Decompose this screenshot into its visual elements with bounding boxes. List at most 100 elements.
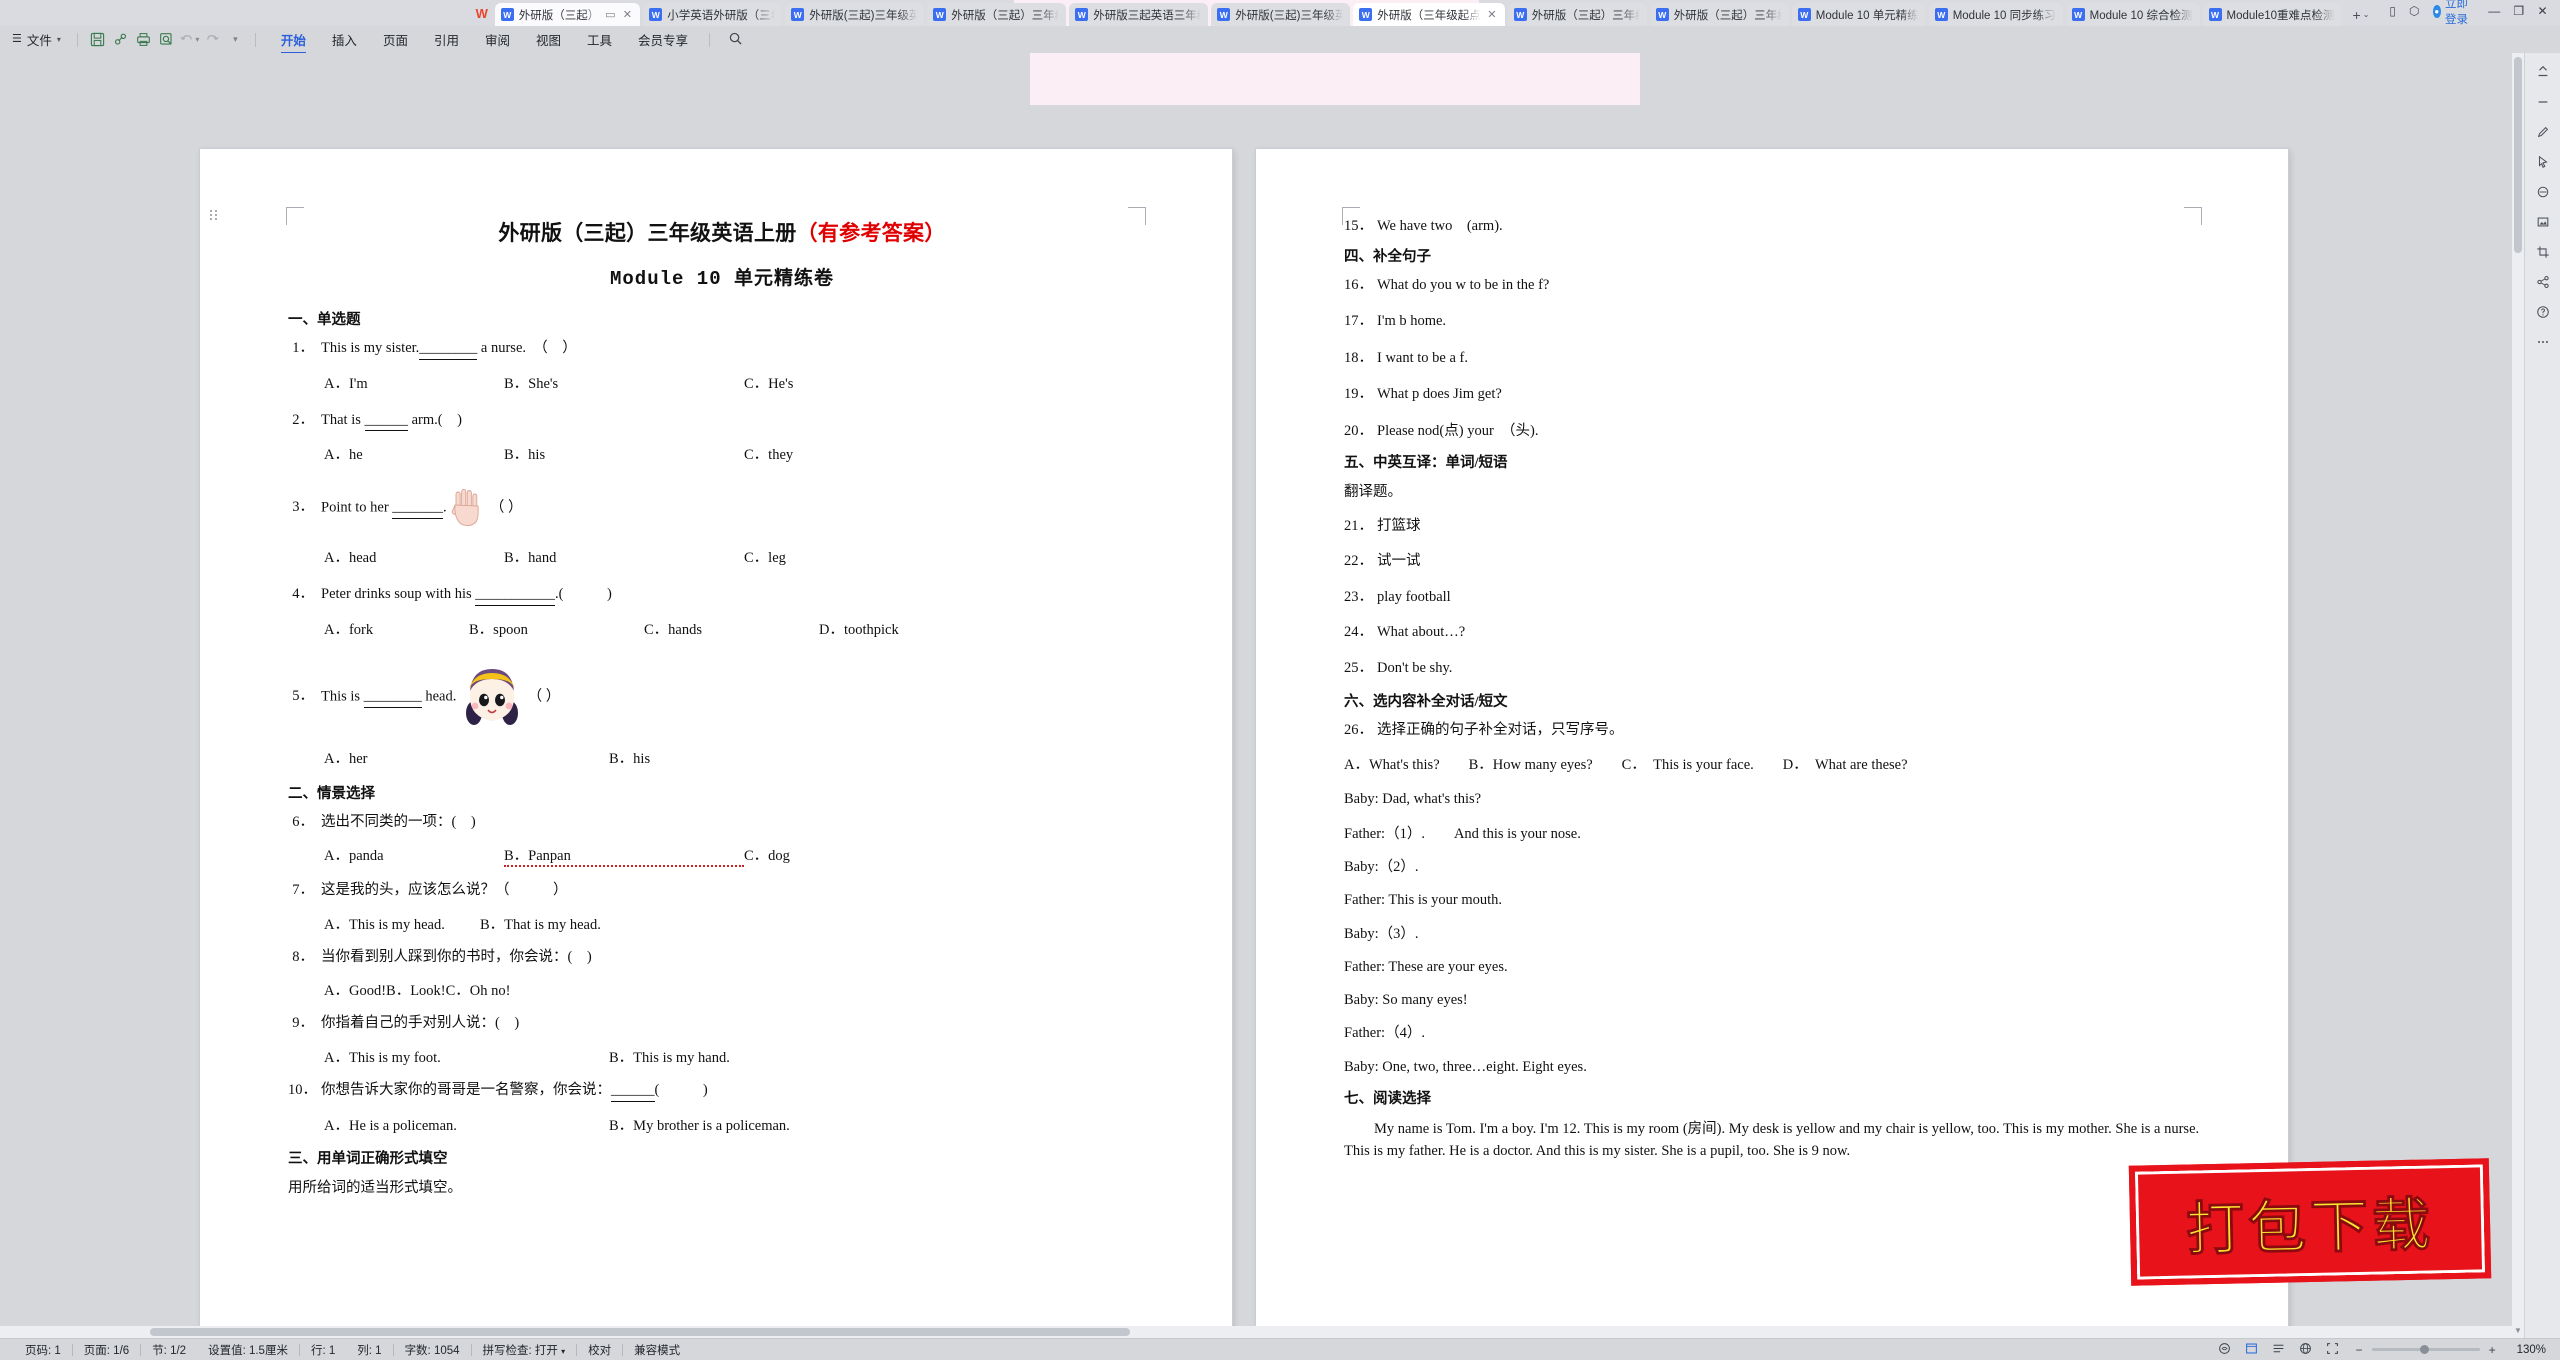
option-a[interactable]: A．This is my head.: [324, 913, 480, 934]
tab-close-icon[interactable]: ✕: [621, 8, 633, 21]
document-tab[interactable]: W 外研版（三起）三年级: [927, 3, 1067, 26]
document-tab[interactable]: W 外研版（三起）三年级: [1649, 3, 1789, 26]
option-a[interactable]: A．head: [324, 546, 504, 567]
globe-icon[interactable]: ⬡: [2409, 5, 2419, 17]
undo-icon[interactable]: ▾: [178, 30, 201, 50]
option-c[interactable]: C．dog: [744, 844, 790, 867]
print-icon[interactable]: [132, 30, 155, 50]
option-a[interactable]: A．fork: [324, 618, 469, 639]
option-a[interactable]: A．I'm: [324, 372, 504, 393]
q26-options[interactable]: A．What's this? B．How many eyes? C． This …: [1344, 755, 2212, 775]
crop-icon[interactable]: [2528, 237, 2558, 267]
pen-icon[interactable]: [2528, 117, 2558, 147]
option-c[interactable]: C．He's: [744, 372, 793, 393]
option-b[interactable]: B．That is my head.: [480, 913, 601, 934]
print-preview-icon[interactable]: [155, 30, 178, 50]
document-tab[interactable]: W Module 10 同步练习: [1928, 3, 2063, 26]
redo-icon[interactable]: [201, 30, 224, 50]
option-b[interactable]: B．hand: [504, 546, 744, 567]
link-icon[interactable]: [109, 30, 132, 50]
cursor-icon[interactable]: [2528, 147, 2558, 177]
tab-minimize-icon[interactable]: ▭: [604, 8, 616, 21]
status-section[interactable]: 节: 1/2: [141, 1342, 197, 1358]
option-a[interactable]: A．he: [324, 443, 504, 464]
status-spellcheck[interactable]: 拼写检查: 打开 ▾: [472, 1342, 577, 1358]
option-b[interactable]: B．spoon: [469, 618, 644, 639]
option-b[interactable]: B．his: [609, 747, 650, 768]
option-b[interactable]: B．his: [504, 443, 744, 464]
zoom-slider-track[interactable]: [2371, 1345, 2480, 1354]
status-page-count[interactable]: 页面: 1/6: [73, 1342, 140, 1358]
horizontal-scrollbar-thumb[interactable]: [150, 1328, 1130, 1336]
minimize-panel-icon[interactable]: [2528, 87, 2558, 117]
image-icon[interactable]: [2528, 207, 2558, 237]
document-tab[interactable]: W Module 10 综合检测: [2065, 3, 2200, 26]
vertical-scrollbar[interactable]: ▲ ▼: [2512, 53, 2524, 1338]
document-tab[interactable]: W 小学英语外研版（三年: [643, 3, 783, 26]
option-b[interactable]: B．This is my hand.: [609, 1046, 730, 1067]
document-page-right[interactable]: 15． We have two (arm). 四、补全句子 16． What d…: [1256, 149, 2288, 1338]
option-c[interactable]: C．leg: [744, 546, 786, 567]
customize-chevron-icon[interactable]: ▾: [224, 30, 247, 50]
file-menu-button[interactable]: ☰ 文件 ▾: [10, 30, 69, 49]
more-icon[interactable]: [2528, 327, 2558, 357]
option-a[interactable]: A．He is a policeman.: [324, 1114, 609, 1135]
document-tab[interactable]: W 外研版(三起)三年级英: [785, 3, 925, 26]
tab-view[interactable]: 视图: [523, 26, 574, 54]
page-scroll-container[interactable]: 外研版（三起）三年级英语上册（有参考答案） Module 10 单元精练卷 一、…: [0, 53, 2512, 1338]
download-watermark-stamp[interactable]: 打包下载: [2128, 1158, 2492, 1286]
document-tab[interactable]: W 外研版三起英语三年级: [1069, 3, 1209, 26]
document-page-left[interactable]: 外研版（三起）三年级英语上册（有参考答案） Module 10 单元精练卷 一、…: [200, 149, 1232, 1338]
web-view-icon[interactable]: [2292, 1342, 2319, 1358]
scroll-down-arrow-icon[interactable]: ▼: [2512, 1324, 2524, 1338]
tab-review[interactable]: 审阅: [472, 26, 523, 54]
tab-insert[interactable]: 插入: [319, 26, 370, 54]
login-button[interactable]: ● 立即登录: [2432, 0, 2476, 27]
tab-member[interactable]: 会员专享: [625, 26, 701, 54]
reading-view-icon[interactable]: [2211, 1342, 2238, 1358]
status-compat-mode[interactable]: 兼容模式: [623, 1342, 691, 1358]
status-page-number[interactable]: 页码: 1: [14, 1342, 72, 1358]
document-tab[interactable]: W 外研版(三起)三年级英: [1211, 3, 1351, 26]
window-close-button[interactable]: ✕: [2537, 4, 2548, 18]
option-b[interactable]: B．She's: [504, 372, 744, 393]
search-icon[interactable]: [728, 31, 743, 49]
paragraph-handle-icon[interactable]: [210, 207, 218, 223]
window-restore-button[interactable]: ❐: [2513, 4, 2524, 18]
option-b[interactable]: B．Panpan: [504, 844, 744, 868]
share-icon[interactable]: [2528, 267, 2558, 297]
horizontal-scrollbar[interactable]: [0, 1326, 2512, 1338]
option-c[interactable]: C．hands: [644, 618, 819, 639]
document-tab[interactable]: W 外研版（三起） ▭ ✕: [494, 3, 641, 26]
page-view-icon[interactable]: [2238, 1342, 2265, 1358]
document-tab[interactable]: W Module10重难点检测: [2202, 3, 2342, 26]
tab-page[interactable]: 页面: [370, 26, 421, 54]
option-a[interactable]: A．This is my foot.: [324, 1046, 609, 1067]
tab-reference[interactable]: 引用: [421, 26, 472, 54]
status-line[interactable]: 行: 1: [300, 1342, 346, 1358]
option-d[interactable]: D．toothpick: [819, 618, 899, 639]
shape-icon[interactable]: [2528, 177, 2558, 207]
option-c[interactable]: C．they: [744, 443, 793, 464]
option-a[interactable]: A．her: [324, 747, 609, 768]
status-proofread[interactable]: 校对: [577, 1342, 622, 1358]
vertical-scrollbar-thumb[interactable]: [2514, 57, 2522, 253]
status-word-count[interactable]: 字数: 1054: [394, 1342, 471, 1358]
zoom-out-button[interactable]: −: [2354, 1343, 2365, 1357]
window-minimize-button[interactable]: —: [2488, 4, 2500, 18]
mobile-icon[interactable]: ▯: [2389, 5, 2396, 17]
document-tab[interactable]: W Module 10 单元精练: [1791, 3, 1926, 26]
tab-start[interactable]: 开始: [268, 26, 319, 54]
zoom-level-label[interactable]: 130%: [2506, 1344, 2550, 1356]
help-icon[interactable]: [2528, 297, 2558, 327]
outline-view-icon[interactable]: [2265, 1342, 2292, 1358]
tab-close-icon[interactable]: ✕: [1486, 8, 1498, 21]
document-tab-current[interactable]: W 外研版（三年级起点 ✕: [1353, 3, 1505, 26]
option-a[interactable]: A．Good!B．Look!C．Oh no!: [324, 979, 510, 1000]
status-column[interactable]: 列: 1: [346, 1342, 392, 1358]
zoom-slider[interactable]: − +: [2346, 1343, 2506, 1357]
zoom-in-button[interactable]: +: [2487, 1343, 2498, 1357]
new-tab-button[interactable]: + ⌄: [2345, 3, 2378, 26]
tab-tools[interactable]: 工具: [574, 26, 625, 54]
save-icon[interactable]: [86, 30, 109, 50]
